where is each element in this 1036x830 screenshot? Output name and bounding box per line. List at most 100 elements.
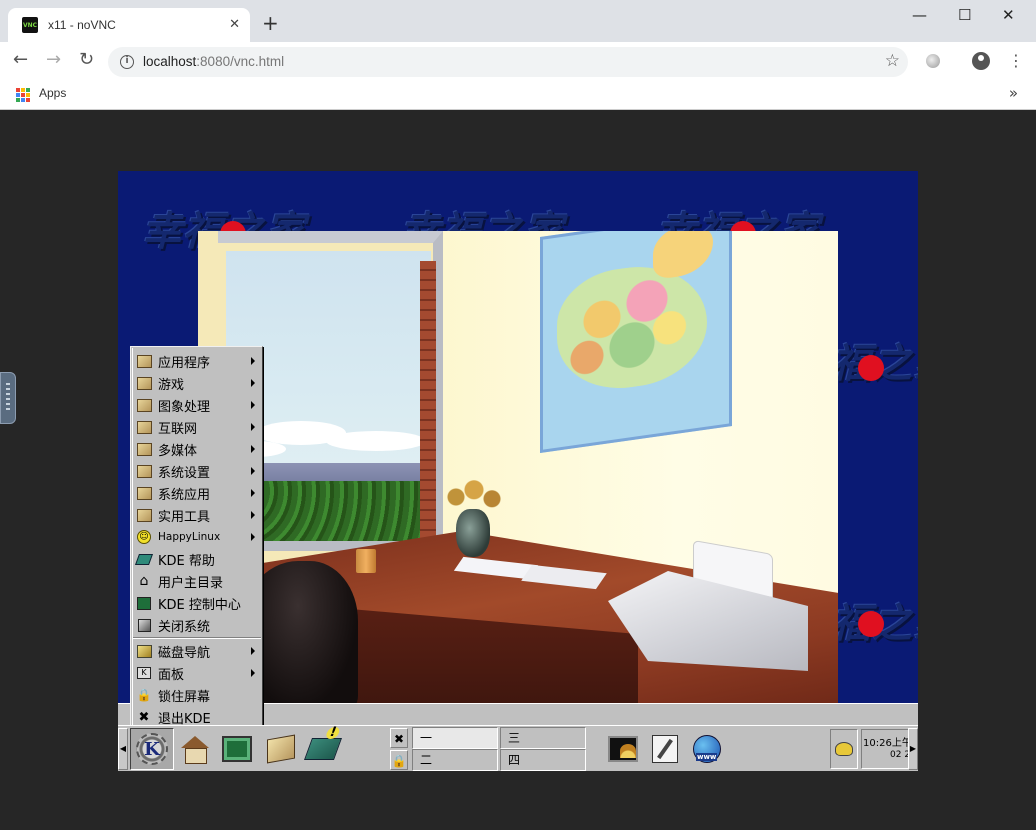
terminal-shell-icon <box>608 736 638 762</box>
text-editor-icon <box>652 735 678 763</box>
clock-date: 02 2 <box>890 750 909 760</box>
address-bar[interactable]: i localhost:8080/vnc.html ☆ <box>108 47 908 77</box>
kmenu-item[interactable]: 系统应用 <box>133 482 261 504</box>
submenu-arrow-icon <box>251 669 255 677</box>
apps-dot <box>26 98 30 102</box>
close-window-icon[interactable]: ✕ <box>1002 6 1015 24</box>
kmenu-item-label: 互联网 <box>158 421 198 437</box>
minimize-icon[interactable]: — <box>912 6 927 24</box>
panel-hide-left-button[interactable]: ◀ <box>118 728 128 770</box>
profile-avatar-icon[interactable] <box>972 52 990 70</box>
clock-time: 10:26上午 <box>863 738 909 749</box>
kmenu-item-label: 游戏 <box>158 377 185 393</box>
panel-hide-right-button[interactable]: ▶ <box>908 728 918 770</box>
help-button[interactable] <box>303 730 343 768</box>
desktop-switch-2[interactable]: 二 <box>412 749 498 771</box>
system-tray[interactable] <box>830 729 858 769</box>
home-icon <box>181 736 209 764</box>
kmenu-item-label: 实用工具 <box>158 509 211 525</box>
panel-icon: K <box>136 665 152 681</box>
k-menu-button[interactable]: K <box>130 728 174 770</box>
smiley-icon: ☺ <box>136 529 152 545</box>
lock-mini-button[interactable]: 🔒 <box>390 750 408 770</box>
panel-clock[interactable]: 10:26上午 02 2 <box>861 729 909 769</box>
browser-button[interactable] <box>688 730 726 768</box>
kmenu-item-label: 应用程序 <box>158 355 211 371</box>
reload-icon[interactable]: ↻ <box>79 51 94 69</box>
back-icon[interactable]: ← <box>13 51 28 69</box>
kmenu-item[interactable]: 关闭系统 <box>133 614 261 636</box>
box-icon <box>136 419 152 435</box>
watermark-dot <box>858 611 884 637</box>
kmenu-item[interactable]: K 面板 <box>133 662 261 684</box>
browser-menu-icon[interactable]: ⋮ <box>1008 51 1024 70</box>
apps-grid-icon[interactable] <box>16 88 30 102</box>
extension-icon[interactable] <box>926 54 940 68</box>
bookmarks-bar: Apps » <box>0 80 1036 110</box>
logout-mini-button[interactable]: ✖ <box>390 728 408 748</box>
maximize-icon[interactable]: ☐ <box>958 6 971 24</box>
kmenu-item[interactable]: 系统设置 <box>133 460 261 482</box>
map-land <box>557 256 707 398</box>
lock-icon: 🔒 <box>136 688 152 702</box>
kde-panel: ◀ K ✖ 🔒 一 二 三 四 10:26上午 02 2 ▶ <box>118 725 918 771</box>
url-text[interactable]: localhost:8080/vnc.html <box>143 54 284 69</box>
kmenu-item-label: 系统应用 <box>158 487 211 503</box>
editor-button[interactable] <box>646 730 684 768</box>
submenu-arrow-icon <box>251 467 255 475</box>
new-tab-icon[interactable]: + <box>262 13 279 33</box>
tab-title: x11 - noVNC <box>48 18 116 32</box>
apps-bookmark[interactable]: Apps <box>39 86 66 100</box>
browser-toolbar: ← → ↻ i localhost:8080/vnc.html ☆ ⋮ <box>0 42 1036 80</box>
submenu-arrow-icon <box>251 401 255 409</box>
home-icon: ⌂ <box>139 573 149 589</box>
submenu-arrow-icon <box>251 423 255 431</box>
kmenu-item[interactable]: KDE 控制中心 <box>133 592 261 614</box>
novnc-control-handle[interactable] <box>0 372 16 424</box>
kmenu-item[interactable]: 🔒 锁住屏幕 <box>133 684 261 706</box>
wall-map <box>540 231 732 453</box>
map-land <box>653 231 713 281</box>
kmenu-item[interactable]: 磁盘导航 <box>133 640 261 662</box>
package-button[interactable] <box>262 730 300 768</box>
control-center-button[interactable] <box>218 730 256 768</box>
box-icon <box>136 441 152 457</box>
kmenu-item[interactable]: ☺ HappyLinux <box>133 526 261 548</box>
kmenu-item-label: HappyLinux <box>158 531 221 543</box>
kmenu-item[interactable]: 实用工具 <box>133 504 261 526</box>
box-icon <box>136 463 152 479</box>
kmenu-item-label: 面板 <box>158 667 185 683</box>
kmenu-item-label: 图象处理 <box>158 399 211 415</box>
desktop-switch-3[interactable]: 三 <box>500 727 586 749</box>
kmenu-item[interactable]: 游戏 <box>133 372 261 394</box>
kmenu-item[interactable]: ⌂ 用户主目录 <box>133 570 261 592</box>
bookmarks-overflow-icon[interactable]: » <box>1009 84 1018 102</box>
terminal-button[interactable] <box>604 730 642 768</box>
brick-wall <box>420 261 436 551</box>
forward-icon[interactable]: → <box>46 51 61 69</box>
novnc-favicon-icon: VNC <box>22 17 38 33</box>
tray-app-icon[interactable] <box>835 742 853 756</box>
site-info-icon[interactable]: i <box>120 55 134 69</box>
kmenu-item[interactable]: 多媒体 <box>133 438 261 460</box>
browser-tab[interactable]: VNC x11 - noVNC ✕ <box>8 8 250 42</box>
home-folder-button[interactable] <box>176 730 214 768</box>
apps-dot <box>16 88 20 92</box>
kmenu-item[interactable]: 应用程序 <box>133 350 261 372</box>
apps-dot <box>21 88 25 92</box>
kmenu-item-label: 系统设置 <box>158 465 211 481</box>
tab-close-icon[interactable]: ✕ <box>229 17 240 32</box>
submenu-arrow-icon <box>251 445 255 453</box>
box-icon <box>136 353 152 369</box>
desktop-switch-1[interactable]: 一 <box>412 727 498 749</box>
bookmark-star-icon[interactable]: ☆ <box>885 51 900 71</box>
kmenu-item[interactable]: 互联网 <box>133 416 261 438</box>
remote-desktop[interactable]: 幸福之家 幸福之家 幸福之家 幸福之家 幸福之家 <box>118 171 918 771</box>
url-path: :8080/vnc.html <box>196 54 285 69</box>
kmenu-item[interactable]: 图象处理 <box>133 394 261 416</box>
control-center-icon <box>136 595 152 611</box>
kmenu-item[interactable]: KDE 帮助 <box>133 548 261 570</box>
kmenu-item-label: 退出KDE <box>158 711 211 727</box>
box-icon <box>136 397 152 413</box>
desktop-switch-4[interactable]: 四 <box>500 749 586 771</box>
